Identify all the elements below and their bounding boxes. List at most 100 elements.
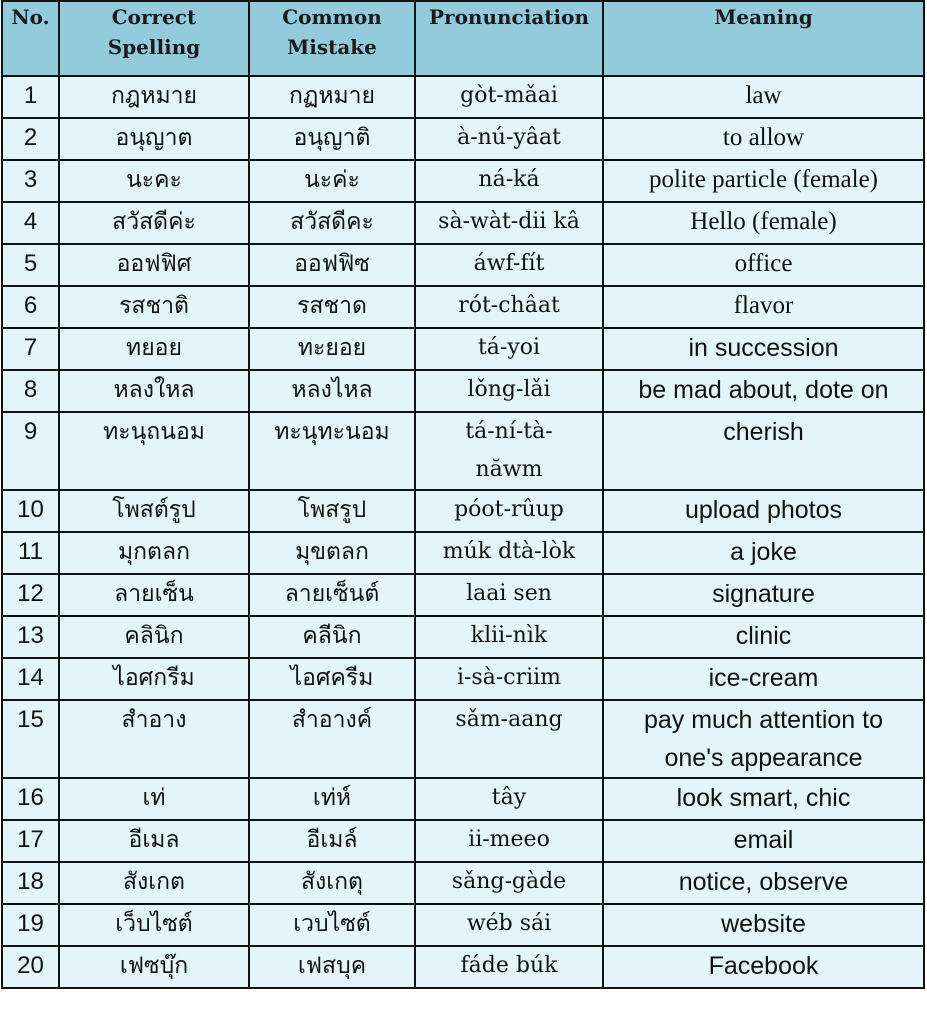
meaning-cell: pay much attention to one's appearance: [602, 699, 925, 779]
row-number: 18: [1, 861, 60, 905]
correct-spelling-cell: สังเกต: [58, 861, 250, 905]
table-row: 18 สังเกต สังเกตุ sǎng-gàde notice, observe: [1, 861, 925, 905]
meaning-cell: website: [602, 903, 925, 947]
common-mistake-cell: คลีนิก: [248, 615, 416, 659]
meaning-cell: a joke: [602, 531, 925, 575]
common-mistake-cell: เวบไซต์: [248, 903, 416, 947]
meaning-line: one's appearance: [664, 744, 863, 772]
common-mistake-cell: นะค่ะ: [248, 159, 416, 203]
header-no: No.: [1, 0, 60, 77]
row-number: 20: [1, 945, 60, 989]
table-row: 17 อีเมล อีเมล์ ii-meeo email: [1, 819, 925, 863]
header-pronunciation-label: Pronunciation: [429, 5, 589, 29]
pronunciation-cell: rót-châat: [414, 285, 604, 329]
pronunciation-cell: i-sà-criim: [414, 657, 604, 701]
header-correct-spelling: Correct Spelling: [58, 0, 250, 77]
header-meaning-label: Meaning: [714, 5, 813, 29]
correct-spelling-cell: เฟซบุ๊ก: [58, 945, 250, 989]
row-number: 17: [1, 819, 60, 863]
meaning-cell: signature: [602, 573, 925, 617]
correct-spelling-cell: เท่: [58, 777, 250, 821]
correct-spelling-cell: กฎหมาย: [58, 75, 250, 119]
header-meaning: Meaning: [602, 0, 925, 77]
meaning-cell: Facebook: [602, 945, 925, 989]
correct-spelling-cell: รสชาติ: [58, 285, 250, 329]
row-number: 19: [1, 903, 60, 947]
common-mistake-cell: ลายเซ็นต์: [248, 573, 416, 617]
meaning-cell: ice-cream: [602, 657, 925, 701]
meaning-line: pay much attention to: [643, 706, 884, 734]
table-row: 20 เฟซบุ๊ก เฟสบุค fáde búk Facebook: [1, 945, 925, 989]
correct-spelling-cell: ไอศกรีม: [58, 657, 250, 701]
common-mistake-cell: สังเกตุ: [248, 861, 416, 905]
table-row: 14 ไอศกรีม ไอศครีม i-sà-criim ice-cream: [1, 657, 925, 701]
row-number: 2: [1, 117, 60, 161]
row-number: 1: [1, 75, 60, 119]
common-mistake-cell: สำอางค์: [248, 699, 416, 779]
meaning-cell: polite particle (female): [602, 159, 925, 203]
meaning-cell: email: [602, 819, 925, 863]
common-mistake-cell: เฟสบุค: [248, 945, 416, 989]
table-row: 3 นะคะ นะค่ะ ná-ká polite particle (female): [1, 159, 925, 203]
common-mistake-cell: หลงไหล: [248, 369, 416, 413]
row-number: 14: [1, 657, 60, 701]
row-number: 6: [1, 285, 60, 329]
pronunciation-cell: tá-ní-tà-năwm: [414, 411, 604, 491]
row-number: 5: [1, 243, 60, 287]
table-body: 1 กฎหมาย กฏหมาย gòt-mǎai law 2 อนุญาต อนุญาติ à-…: [1, 75, 925, 989]
correct-spelling-cell: อีเมล: [58, 819, 250, 863]
common-mistake-cell: ออฟฟิซ: [248, 243, 416, 287]
common-mistake-cell: โพสรูป: [248, 489, 416, 533]
meaning-cell: office: [602, 243, 925, 287]
header-no-label: No.: [11, 5, 50, 29]
row-number: 9: [1, 411, 60, 491]
meaning-cell: notice, observe: [602, 861, 925, 905]
pronunciation-cell: póot-rûup: [414, 489, 604, 533]
pronunciation-cell: tây: [414, 777, 604, 821]
row-number: 4: [1, 201, 60, 245]
table-row: 15 สำอาง สำอางค์ sǎm-aang pay much attention…: [1, 699, 925, 779]
table-row: 2 อนุญาต อนุญาติ à-nú-yâat to allow: [1, 117, 925, 161]
meaning-cell: clinic: [602, 615, 925, 659]
meaning-cell: cherish: [602, 411, 925, 491]
meaning-cell: to allow: [602, 117, 925, 161]
row-number: 3: [1, 159, 60, 203]
pronunciation-cell: lǒng-lǎi: [414, 369, 604, 413]
spelling-table: No. Correct Spelling Common Mistake Pron…: [1, 0, 925, 989]
pronunciation-cell: laai sen: [414, 573, 604, 617]
correct-spelling-cell: สำอาง: [58, 699, 250, 779]
correct-spelling-cell: ออฟฟิศ: [58, 243, 250, 287]
pronunciation-line: tá-ní-tà-: [465, 419, 553, 444]
pronunciation-cell: sǎng-gàde: [414, 861, 604, 905]
header-pronunciation: Pronunciation: [414, 0, 604, 77]
row-number: 11: [1, 531, 60, 575]
meaning-cell: Hello (female): [602, 201, 925, 245]
common-mistake-cell: เท่ห์: [248, 777, 416, 821]
pronunciation-line: năwm: [475, 457, 543, 482]
correct-spelling-cell: เว็บไซต์: [58, 903, 250, 947]
table-row: 1 กฎหมาย กฏหมาย gòt-mǎai law: [1, 75, 925, 119]
correct-spelling-cell: โพสต์รูป: [58, 489, 250, 533]
meaning-cell: look smart, chic: [602, 777, 925, 821]
meaning-cell: flavor: [602, 285, 925, 329]
correct-spelling-cell: อนุญาต: [58, 117, 250, 161]
pronunciation-cell: gòt-mǎai: [414, 75, 604, 119]
correct-spelling-cell: ลายเซ็น: [58, 573, 250, 617]
correct-spelling-cell: ทยอย: [58, 327, 250, 371]
row-number: 12: [1, 573, 60, 617]
table-row: 8 หลงใหล หลงไหล lǒng-lǎi be mad about, dote …: [1, 369, 925, 413]
common-mistake-cell: ไอศครีม: [248, 657, 416, 701]
row-number: 15: [1, 699, 60, 779]
table-row: 13 คลินิก คลีนิก klii-nìk clinic: [1, 615, 925, 659]
correct-spelling-cell: คลินิก: [58, 615, 250, 659]
common-mistake-cell: กฏหมาย: [248, 75, 416, 119]
common-mistake-cell: อนุญาติ: [248, 117, 416, 161]
header-common-mistake: Common Mistake: [248, 0, 416, 77]
table-row: 19 เว็บไซต์ เวบไซต์ wéb sái website: [1, 903, 925, 947]
table-row: 9 ทะนุถนอม ทะนุทะนอม tá-ní-tà-năwm cherish: [1, 411, 925, 491]
common-mistake-cell: อีเมล์: [248, 819, 416, 863]
pronunciation-cell: ii-meeo: [414, 819, 604, 863]
pronunciation-cell: klii-nìk: [414, 615, 604, 659]
pronunciation-cell: sǎm-aang: [414, 699, 604, 779]
header-row: No. Correct Spelling Common Mistake Pron…: [1, 0, 925, 77]
